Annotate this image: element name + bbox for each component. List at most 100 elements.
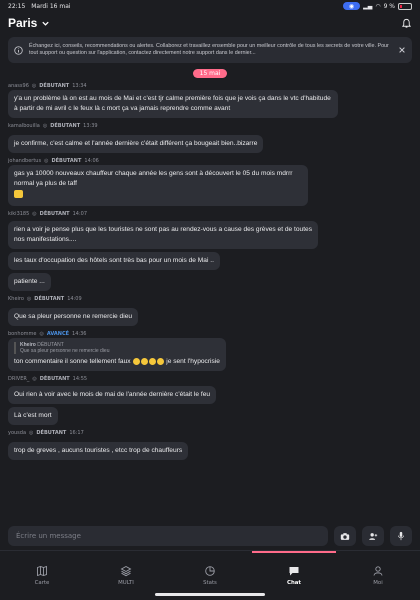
camera-icon <box>340 532 350 540</box>
chat-icon <box>289 567 299 576</box>
level-badge-icon: ◎ <box>42 122 48 129</box>
message-bubble[interactable]: Kheiro DÉBUTANT Que sa pleur personne ne… <box>8 338 226 371</box>
add-contact-button[interactable] <box>362 526 384 546</box>
tab-moi[interactable]: Moi <box>336 551 420 600</box>
level-badge-icon: ◎ <box>32 210 37 217</box>
call-pill-icon: ◉ <box>342 2 361 10</box>
message: johandbertus ◎ DÉBUTANT 14:06 gas ya 100… <box>8 156 412 206</box>
message-username[interactable]: DRIVER_ <box>8 376 29 382</box>
home-indicator[interactable] <box>155 593 265 596</box>
thumbs-up-reaction-icon[interactable] <box>14 190 23 198</box>
message-level: DÉBUTANT <box>50 122 81 129</box>
info-icon <box>14 45 23 55</box>
message: bonhomme ◎ AVANCÉ 14:36 Kheiro DÉBUTANT … <box>8 329 412 371</box>
message-bubble[interactable]: Là c'est mort <box>8 407 58 425</box>
message-bubble[interactable]: gas ya 10000 nouveaux chauffeur chaque a… <box>8 165 308 206</box>
message-time: 14:07 <box>72 210 88 217</box>
message: kamalbouilla ◎ DÉBUTANT 13:39 je confirm… <box>8 121 412 153</box>
bottom-tab-bar: Carte MULTI Stats Chat Moi <box>0 550 420 600</box>
composer: Écrire un message <box>0 522 420 550</box>
layers-icon <box>120 565 132 577</box>
message-time: 14:36 <box>72 330 87 337</box>
message-bubble[interactable]: je confirme, c'est calme et l'année dern… <box>8 135 264 153</box>
message: anass96 ◎ DÉBUTANT 13:34 y'a un problème… <box>8 81 412 118</box>
banner-text: Échangez ici, conseils, recommendations … <box>29 43 389 56</box>
message-username[interactable]: kamalbouilla <box>8 123 40 129</box>
message-level: DÉBUTANT <box>39 375 70 382</box>
info-banner: Échangez ici, conseils, recommendations … <box>8 37 412 63</box>
message-username[interactable]: yousda <box>8 430 26 436</box>
level-badge-icon: ◎ <box>26 295 32 302</box>
message-level: AVANCÉ <box>46 330 70 337</box>
level-badge-icon: ◎ <box>31 82 37 89</box>
quoted-reply[interactable]: Kheiro DÉBUTANT Que sa pleur personne ne… <box>14 342 220 354</box>
level-badge-icon: ◎ <box>44 157 49 164</box>
laughing-emoji-icon <box>149 357 157 365</box>
chart-icon <box>205 566 215 576</box>
battery-icon <box>398 2 412 10</box>
signal-icon: ▂▄ <box>363 2 373 10</box>
message-level: DÉBUTANT <box>34 295 65 302</box>
chevron-down-icon <box>42 21 50 26</box>
tab-label: Stats <box>203 580 217 586</box>
message-input[interactable]: Écrire un message <box>8 526 328 546</box>
add-person-icon <box>369 532 378 540</box>
laughing-emoji-icon <box>141 357 149 365</box>
laughing-emoji-icon <box>157 357 165 365</box>
laughing-emoji-icon <box>133 357 141 365</box>
message-text: gas ya 10000 nouveaux chauffeur chaque a… <box>14 170 293 187</box>
map-icon <box>37 565 47 577</box>
message-level: DÉBUTANT <box>39 82 70 89</box>
message: DRIVER_ ◎ DÉBUTANT 14:55 Oui rien à voir… <box>8 374 412 425</box>
message-time: 13:34 <box>72 82 87 89</box>
tab-carte[interactable]: Carte <box>0 551 84 600</box>
page-title: Paris <box>8 16 38 30</box>
message-text: ton commentaire il sonne tellement faux <box>14 358 131 365</box>
message-bubble[interactable]: y'a un problème là on est au mois de Mai… <box>8 90 338 118</box>
wifi-icon: ◠ <box>375 2 381 10</box>
city-selector[interactable]: Paris <box>8 16 50 30</box>
tab-label: Moi <box>373 580 383 586</box>
message-username[interactable]: Kheiro <box>8 296 24 302</box>
message-feed[interactable]: anass96 ◎ DÉBUTANT 13:34 y'a un problème… <box>0 81 420 460</box>
message-username[interactable]: kiki3185 <box>8 211 29 217</box>
status-date: Mardi 16 mai <box>31 2 71 10</box>
message-time: 14:09 <box>67 295 82 302</box>
tab-label: Carte <box>34 580 50 586</box>
message-text: je sent l'hypocrisie <box>166 358 220 365</box>
message-username[interactable]: anass96 <box>8 83 29 89</box>
message-bubble[interactable]: Oui rien à voir avec le mois de mai de l… <box>8 386 217 404</box>
status-time: 22:15 <box>8 2 26 10</box>
date-separator: 15 mai <box>0 69 420 78</box>
message-level: DÉBUTANT <box>51 157 82 164</box>
tab-label: Chat <box>286 580 301 586</box>
message-bubble[interactable]: les taux d'occupation des hôtels sont tr… <box>8 252 220 270</box>
message-bubble[interactable]: Que sa pleur personne ne remercie dieu <box>8 308 139 326</box>
message-bubble[interactable]: trop de greves , aucuns touristes , etcc… <box>8 442 189 460</box>
message: yousda ◎ DÉBUTANT 16:17 trop de greves ,… <box>8 428 412 460</box>
level-badge-icon: ◎ <box>39 330 44 337</box>
message-bubble[interactable]: patiente ... <box>8 273 51 291</box>
message-time: 16:17 <box>69 429 84 436</box>
bell-icon[interactable] <box>401 18 412 29</box>
status-bar: 22:15 Mardi 16 mai ◉ ▂▄ ◠ 9 % <box>0 0 420 12</box>
message-level: DÉBUTANT <box>36 429 67 436</box>
tab-label: MULTI <box>118 580 134 586</box>
level-badge-icon: ◎ <box>29 429 34 436</box>
voice-button[interactable] <box>390 526 412 546</box>
message-bubble[interactable]: rien a voir je pense plus que les touris… <box>8 221 318 249</box>
message-username[interactable]: johandbertus <box>8 158 41 164</box>
camera-button[interactable] <box>334 526 356 546</box>
message-time: 14:55 <box>72 375 88 382</box>
person-icon <box>373 566 383 576</box>
status-battery: 9 % <box>383 2 395 10</box>
message: Kheiro ◎ DÉBUTANT 14:09 Que sa pleur per… <box>8 294 412 326</box>
message-username[interactable]: bonhomme <box>8 331 36 337</box>
close-icon[interactable] <box>398 46 406 54</box>
message-time: 14:06 <box>84 157 99 164</box>
microphone-icon <box>398 531 404 541</box>
header: Paris <box>0 12 420 34</box>
date-separator-label: 15 mai <box>192 69 228 78</box>
message: kiki3185 ◎ DÉBUTANT 14:07 rien a voir je… <box>8 209 412 291</box>
quote-text: Que sa pleur personne ne remercie dieu <box>20 348 110 354</box>
